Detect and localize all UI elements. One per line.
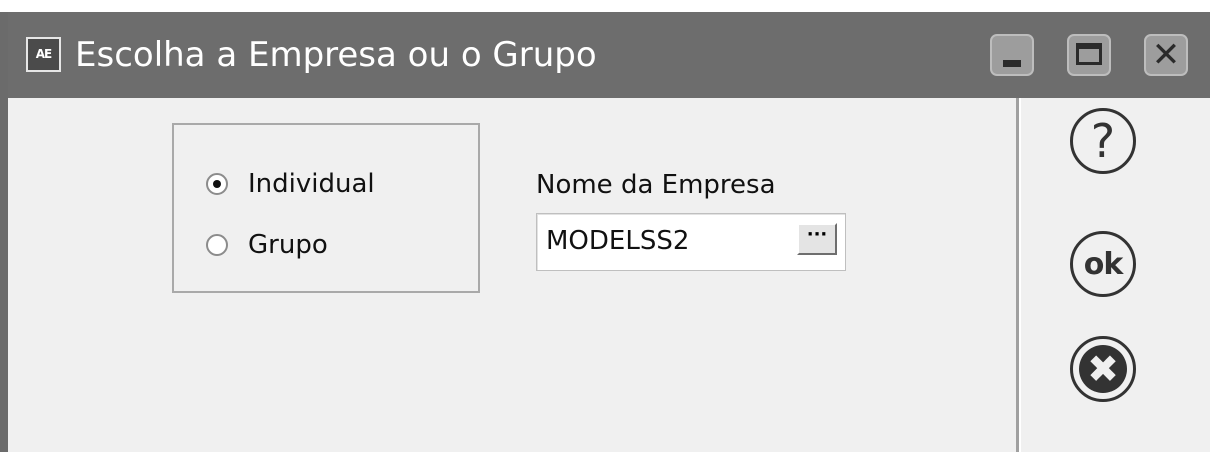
individual-label: Individual [248,169,375,199]
ok-button[interactable]: ok [1070,231,1136,297]
ok-icon: ok [1083,246,1124,282]
help-button[interactable]: ? [1070,108,1136,174]
company-name-value[interactable]: MODELSS2 [546,226,689,256]
browse-company-button[interactable]: ··· [797,223,837,255]
help-icon: ? [1090,114,1116,168]
maximize-icon [1076,43,1102,65]
radio-option-individual[interactable]: Individual [206,167,375,201]
minimize-button[interactable] [990,34,1034,76]
minimize-icon [1003,60,1021,67]
cancel-icon: ✖ [1079,345,1127,393]
close-button[interactable]: ✕ [1144,34,1188,76]
cancel-button[interactable]: ✖ [1070,336,1136,402]
grupo-label: Grupo [248,230,328,260]
company-name-field[interactable]: MODELSS2 ··· [536,213,846,271]
maximize-button[interactable] [1067,34,1111,76]
individual-radio[interactable] [206,173,228,195]
radio-option-grupo[interactable]: Grupo [206,228,328,262]
window-title: Escolha a Empresa ou o Grupo [75,35,597,75]
sidebar-divider [1016,98,1021,452]
dialog-window: AE Escolha a Empresa ou o Grupo ✕ Indivi… [0,12,1210,452]
app-icon: AE [26,37,61,72]
selection-groupbox: Individual Grupo [172,123,480,293]
grupo-radio[interactable] [206,234,228,256]
company-name-label: Nome da Empresa [536,170,776,200]
title-bar[interactable]: AE Escolha a Empresa ou o Grupo ✕ [8,12,1210,98]
close-icon: ✕ [1151,35,1181,75]
